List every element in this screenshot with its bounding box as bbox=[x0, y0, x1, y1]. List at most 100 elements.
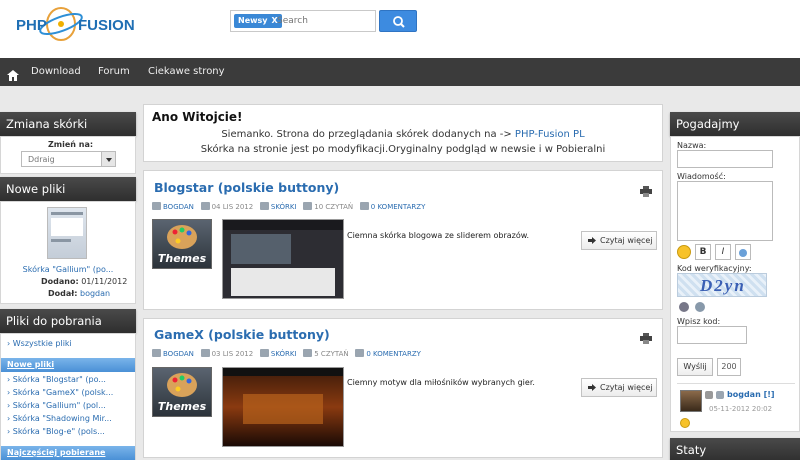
post-title[interactable]: Blogstar (polskie buttony) bbox=[154, 180, 339, 195]
download-item[interactable]: › Skórka "GameX" (polsk... bbox=[7, 388, 113, 397]
shout-user-link[interactable]: bogdan bbox=[727, 390, 761, 399]
comment-icon bbox=[359, 202, 369, 210]
print-icon[interactable] bbox=[640, 329, 652, 348]
post-reads: 5 CZYTAŃ bbox=[314, 350, 349, 358]
themes-label: Themes bbox=[157, 252, 207, 265]
send-button[interactable]: Wyślij bbox=[677, 358, 713, 376]
header: PHP FUSION Newsy X bbox=[0, 0, 800, 58]
nav-item-forum[interactable]: Forum bbox=[98, 58, 130, 86]
author-link[interactable]: bogdan bbox=[80, 289, 110, 298]
search-icon bbox=[393, 16, 405, 28]
shout-date: 05-11-2012 20:02 bbox=[709, 405, 773, 413]
tag-icon bbox=[259, 349, 269, 357]
php-fusion-pl-link[interactable]: PHP-Fusion PL bbox=[515, 129, 585, 140]
post-screenshot[interactable] bbox=[222, 219, 344, 299]
new-file-added: Dodano: 01/11/2012 bbox=[41, 277, 127, 286]
read-more-button[interactable]: Czytaj więcej bbox=[581, 378, 657, 397]
new-files-title: Nowe pliki bbox=[0, 177, 136, 201]
user-icon bbox=[152, 349, 161, 357]
name-field[interactable] bbox=[677, 150, 773, 168]
post-comments[interactable]: 0 KOMENTARZY bbox=[366, 350, 421, 358]
print-icon[interactable] bbox=[640, 182, 652, 201]
themes-thumbnail[interactable]: Themes bbox=[152, 219, 212, 269]
themes-thumbnail[interactable]: Themes bbox=[152, 367, 212, 417]
added-label: Dodano: bbox=[41, 277, 79, 286]
nav-item-ciekawe-strony[interactable]: Ciekawe strony bbox=[148, 58, 225, 86]
newest-files-header[interactable]: Nowe pliki bbox=[1, 358, 135, 372]
read-more-label: Czytaj więcej bbox=[600, 383, 653, 392]
comment-icon bbox=[355, 349, 365, 357]
book-icon bbox=[303, 349, 313, 357]
post-date: 03 LIS 2012 bbox=[211, 350, 254, 358]
user-icon bbox=[152, 202, 161, 210]
search-scope-tag[interactable]: Newsy X bbox=[234, 14, 282, 28]
read-more-button[interactable]: Czytaj więcej bbox=[581, 231, 657, 250]
refresh-icon[interactable] bbox=[695, 302, 705, 312]
arrow-right-icon bbox=[588, 237, 596, 244]
stats-title: Staty bbox=[670, 438, 800, 460]
news-post: GameX (polskie buttony) BOGDAN 03 LIS 20… bbox=[143, 318, 663, 458]
book-icon bbox=[303, 202, 313, 210]
post-screenshot[interactable] bbox=[222, 367, 344, 447]
download-item[interactable]: › Skórka "Shadowing Mir... bbox=[7, 414, 112, 423]
captcha-label: Kod weryfikacyjny: bbox=[677, 264, 752, 273]
captcha-image: D2yn bbox=[677, 273, 767, 297]
search-input[interactable] bbox=[277, 13, 373, 29]
tag-icon bbox=[259, 202, 269, 210]
welcome-line-1-text: Siemanko. Strona do przeglądania skórek … bbox=[221, 129, 512, 140]
skin-select[interactable]: Ddraig bbox=[21, 151, 116, 167]
download-item[interactable]: › Skórka "Blogstar" (po... bbox=[7, 375, 106, 384]
most-downloaded-header[interactable]: Najczęściej pobierane bbox=[1, 446, 135, 460]
new-files-panel: Skórka "Gallium" (po... Dodano: 01/11/20… bbox=[0, 201, 136, 304]
post-author[interactable]: BOGDAN bbox=[163, 203, 194, 211]
shout-report-link[interactable]: [!] bbox=[764, 390, 775, 399]
gear-icon[interactable] bbox=[705, 391, 713, 399]
download-item[interactable]: › Skórka "Blog-e" (pols... bbox=[7, 427, 105, 436]
post-title[interactable]: GameX (polskie buttony) bbox=[154, 327, 330, 342]
search-button[interactable] bbox=[379, 10, 417, 32]
post-category[interactable]: SKÓRKI bbox=[271, 350, 297, 358]
new-file-link[interactable]: Skórka "Gallium" (po... bbox=[1, 265, 135, 274]
post-meta: BOGDAN 03 LIS 2012 SKÓRKI 5 CZYTAŃ 0 KOM… bbox=[152, 349, 421, 359]
download-item[interactable]: › Skórka "Gallium" (pol... bbox=[7, 401, 106, 410]
post-reads: 10 CZYTAŃ bbox=[314, 203, 354, 211]
link-icon bbox=[739, 249, 747, 257]
avatar[interactable] bbox=[680, 390, 702, 412]
new-file-author: Dodał: bogdan bbox=[48, 289, 110, 298]
palette-icon bbox=[167, 373, 197, 397]
all-files-link[interactable]: › Wszystkie pliki bbox=[7, 339, 72, 348]
skin-panel: Zmień na: Ddraig bbox=[0, 136, 136, 174]
message-label: Wiadomość: bbox=[677, 172, 726, 181]
italic-button[interactable]: I bbox=[715, 244, 731, 260]
added-value: 01/11/2012 bbox=[81, 277, 128, 286]
post-comments[interactable]: 0 KOMENTARZY bbox=[371, 203, 426, 211]
smiley-icon[interactable] bbox=[677, 245, 691, 259]
link-button[interactable] bbox=[735, 244, 751, 260]
new-file-thumbnail[interactable] bbox=[47, 207, 87, 259]
post-meta: BOGDAN 04 LIS 2012 SKÓRKI 10 CZYTAŃ 0 KO… bbox=[152, 202, 425, 212]
message-textarea[interactable] bbox=[677, 181, 773, 241]
most-downloaded-label: Najczęściej pobierane bbox=[7, 448, 106, 457]
code-label: Wpisz kod: bbox=[677, 317, 721, 326]
news-post: Blogstar (polskie buttony) BOGDAN 04 LIS… bbox=[143, 170, 663, 310]
logo-text-php: PHP bbox=[16, 17, 47, 34]
smiley-icon bbox=[680, 418, 690, 428]
skin-select-value: Ddraig bbox=[28, 155, 55, 164]
welcome-line-1: Siemanko. Strona do przeglądania skórek … bbox=[144, 129, 662, 140]
code-field[interactable] bbox=[677, 326, 747, 344]
audio-captcha-icon[interactable] bbox=[679, 302, 689, 312]
arrow-right-icon bbox=[588, 384, 596, 391]
shout-author: bogdan [!] bbox=[727, 390, 775, 399]
calendar-icon bbox=[200, 349, 210, 357]
captcha-text: D2yn bbox=[700, 276, 746, 295]
php-fusion-logo[interactable]: PHP FUSION bbox=[14, 6, 156, 44]
chevron-down-icon bbox=[101, 152, 115, 166]
bold-button[interactable]: B bbox=[695, 244, 711, 260]
shoutbox-panel: Nazwa: Wiadomość: B I Kod weryfikacyjny:… bbox=[670, 136, 800, 432]
post-author[interactable]: BOGDAN bbox=[163, 350, 194, 358]
post-category[interactable]: SKÓRKI bbox=[271, 203, 297, 211]
home-icon[interactable] bbox=[7, 66, 19, 81]
nav-item-download[interactable]: Download bbox=[31, 58, 81, 86]
user-icon bbox=[716, 391, 724, 399]
downloads-title: Pliki do pobrania bbox=[0, 309, 136, 333]
